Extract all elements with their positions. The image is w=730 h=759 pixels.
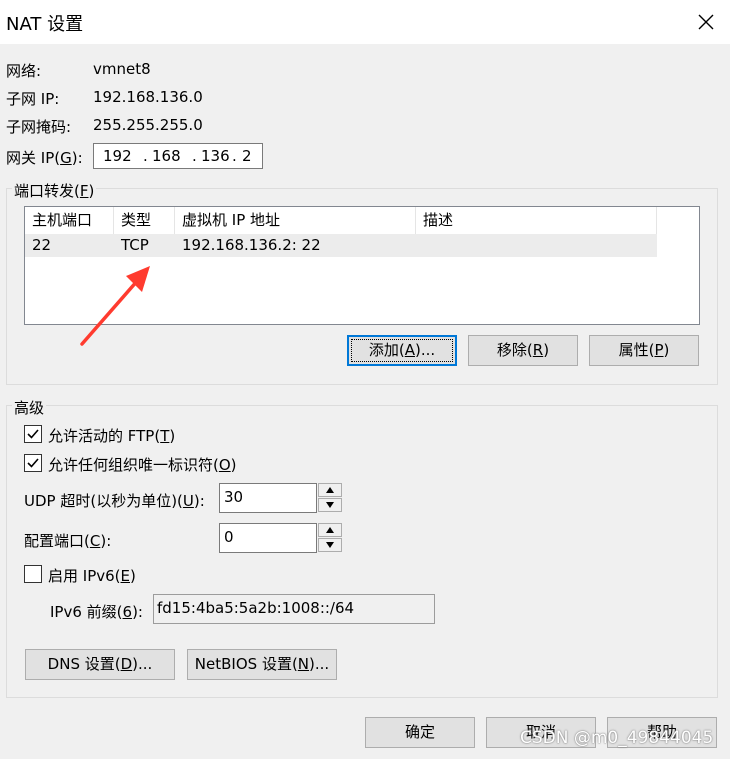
arrow-down-icon [326, 502, 334, 508]
gateway-octet-4: 2 [242, 147, 252, 165]
port-forwarding-title: 端口转发(F) [12, 180, 97, 201]
column-host-port[interactable]: 主机端口 [25, 207, 114, 234]
gateway-ip-input[interactable]: 192 . 168 . 136 . 2 [93, 143, 263, 169]
config-port-label: 配置端口(C): [24, 532, 112, 550]
properties-button[interactable]: 属性(P) [589, 335, 699, 366]
udp-timeout-up-button[interactable] [318, 483, 342, 497]
oui-checkbox[interactable] [24, 454, 42, 472]
remove-button[interactable]: 移除(R) [468, 335, 578, 366]
gateway-octet-1: 192 [103, 147, 132, 165]
table-row[interactable]: 22 TCP 192.168.136.2: 22 [25, 234, 657, 257]
gateway-dot-3: . [232, 147, 237, 165]
checkmark-icon [27, 458, 39, 468]
subnet-ip-value: 192.168.136.0 [93, 88, 203, 106]
gateway-label: 网关 IP(G): [6, 149, 83, 167]
ipv6-label[interactable]: 启用 IPv6(E) [48, 565, 136, 586]
udp-timeout-value: 30 [224, 488, 244, 506]
subnet-ip-label: 子网 IP: [6, 90, 60, 108]
gateway-octet-2: 168 [152, 147, 181, 165]
cell-type: TCP [121, 236, 149, 254]
arrow-up-icon [326, 527, 334, 533]
oui-label[interactable]: 允许任何组织唯一标识符(O) [48, 454, 237, 475]
active-ftp-checkbox[interactable] [24, 425, 42, 443]
network-label: 网络: [6, 62, 42, 80]
focus-ring [351, 339, 453, 362]
title-bar [0, 0, 730, 44]
arrow-down-icon [326, 542, 334, 548]
udp-timeout-down-button[interactable] [318, 498, 342, 512]
cell-host-port: 22 [32, 236, 52, 254]
column-vm-ip[interactable]: 虚拟机 IP 地址 [175, 207, 416, 234]
dns-settings-button[interactable]: DNS 设置(D)... [25, 649, 175, 680]
ipv6-prefix-label: IPv6 前缀(6): [50, 603, 143, 621]
cell-vm-ip: 192.168.136.2: 22 [182, 236, 321, 254]
cell-description [416, 234, 423, 257]
watermark: CSDN @m0_49844045 [520, 728, 714, 748]
checkmark-icon [27, 429, 39, 439]
gateway-dot-2: . [192, 147, 197, 165]
ipv6-prefix-value: fd15:4ba5:5a2b:1008::/64 [157, 599, 355, 617]
ipv6-checkbox[interactable] [24, 565, 42, 583]
config-port-input[interactable]: 0 [219, 523, 317, 553]
advanced-title: 高级 [12, 397, 47, 418]
config-port-value: 0 [224, 528, 234, 546]
active-ftp-label[interactable]: 允许活动的 FTP(T) [48, 425, 175, 446]
list-header: 主机端口 类型 虚拟机 IP 地址 描述 [25, 207, 657, 234]
gateway-octet-3: 136 [201, 147, 230, 165]
close-button[interactable] [690, 6, 722, 38]
close-icon [698, 14, 714, 30]
subnet-mask-label: 子网掩码: [6, 118, 72, 136]
arrow-up-icon [326, 487, 334, 493]
annotation-arrow-icon [80, 266, 150, 346]
ipv6-prefix-input[interactable]: fd15:4ba5:5a2b:1008::/64 [153, 594, 435, 624]
window-title: NAT 设置 [6, 14, 84, 35]
gateway-dot-1: . [143, 147, 148, 165]
config-port-up-button[interactable] [318, 523, 342, 537]
ok-button[interactable]: 确定 [365, 717, 475, 748]
udp-timeout-label: UDP 超时(以秒为单位)(U): [24, 492, 205, 510]
netbios-settings-button[interactable]: NetBIOS 设置(N)... [187, 649, 337, 680]
add-button[interactable]: 添加(A)... [347, 335, 457, 366]
network-value: vmnet8 [93, 60, 151, 78]
column-type[interactable]: 类型 [114, 207, 175, 234]
udp-timeout-input[interactable]: 30 [219, 483, 317, 513]
subnet-mask-value: 255.255.255.0 [93, 116, 203, 134]
column-description[interactable]: 描述 [416, 207, 657, 234]
config-port-down-button[interactable] [318, 538, 342, 552]
